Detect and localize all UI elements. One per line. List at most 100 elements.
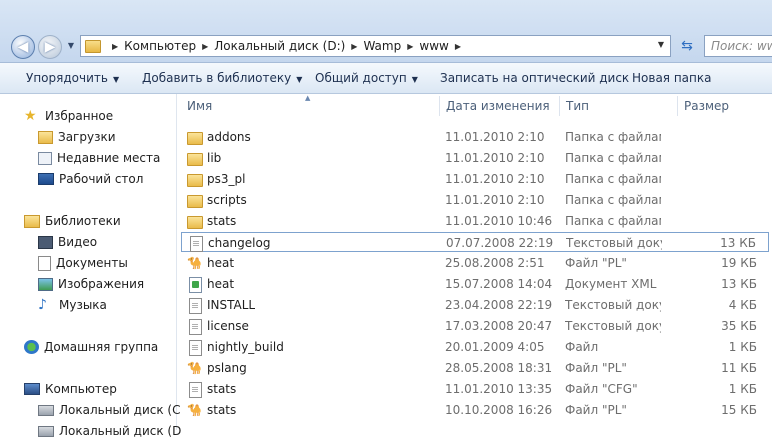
file-size: 4 КБ [728,298,757,312]
file-row[interactable]: nightly_build 20.01.2009 4:05 Файл 1 КБ [181,337,769,357]
perl-file-icon: 🐪 [187,361,202,375]
nav-label: Видео [58,235,98,249]
file-row[interactable]: stats 11.01.2010 10:46 Папка с файлами [181,211,769,231]
nav-label: Музыка [59,298,107,312]
burn-label: Записать на оптический диск [440,71,630,85]
file-type: Папка с файлами [565,172,661,186]
file-size: 35 КБ [721,319,757,333]
file-date: 11.01.2010 13:35 [445,382,553,396]
file-size: 11 КБ [721,361,757,375]
chevron-down-icon: ▼ [112,75,120,84]
file-name: stats [207,403,237,417]
nav-documents[interactable]: Документы [38,253,128,273]
column-divider[interactable] [559,96,560,116]
file-date: 10.10.2008 16:26 [445,403,553,417]
recent-places-icon [38,151,52,165]
file-row[interactable]: heat 15.07.2008 14:04 Документ XML 13 КБ [181,274,769,294]
file-row[interactable]: 🐪 pslang 28.05.2008 18:31 Файл "PL" 11 КБ [181,358,769,378]
nav-label: Изображения [58,277,145,291]
new-folder-button[interactable]: Новая папка [632,71,711,85]
nav-label: Недавние места [57,151,161,165]
chevron-down-icon: ▼ [411,75,418,84]
file-date: 11.01.2010 2:10 [445,130,545,144]
nav-music[interactable]: ♪ Музыка [38,295,107,315]
file-size: 1 КБ [728,340,757,354]
nav-desktop[interactable]: Рабочий стол [38,169,143,189]
file-date: 15.07.2008 14:04 [445,277,553,291]
folder-icon [187,195,203,208]
nav-local-disk-d[interactable]: Локальный диск (D [38,421,181,441]
nav-favorites[interactable]: ★ Избранное [24,106,113,126]
breadcrumb-www[interactable]: www [419,39,448,53]
file-name: lib [207,151,222,165]
breadcrumb-wamp[interactable]: Wamp [363,39,401,53]
search-input[interactable]: Поиск: www [704,35,772,57]
column-header-date[interactable]: Дата изменения [446,99,550,113]
file-type: Файл [565,340,599,354]
navigation-pane: ★ Избранное Загрузки Недавние места Рабоч… [0,94,181,438]
nav-label: Библиотеки [45,214,121,228]
nav-computer[interactable]: Компьютер [24,379,117,399]
chevron-right-icon[interactable]: ▶ [112,42,118,51]
arrow-left-icon: ◀ [17,39,29,55]
refresh-button[interactable]: ⇆ [676,35,698,57]
file-row[interactable]: changelog 07.07.2008 22:19 Текстовый докум… [181,232,769,252]
nav-libraries[interactable]: Библиотеки [24,211,121,231]
back-button[interactable]: ◀ [11,35,35,59]
chevron-right-icon[interactable]: ▶ [407,42,413,51]
file-type: Папка с файлами [565,130,661,144]
nav-recent-places[interactable]: Недавние места [38,148,160,168]
chevron-right-icon[interactable]: ▶ [351,42,357,51]
file-name: ps3_pl [207,172,246,186]
file-date: 25.08.2008 2:51 [445,256,545,270]
xml-file-icon [189,277,202,293]
file-row[interactable]: INSTALL 23.04.2008 22:19 Текстовый докум..… [181,295,769,315]
folder-icon [187,216,203,229]
column-divider[interactable] [439,96,440,116]
file-row[interactable]: lib 11.01.2010 2:10 Папка с файлами [181,148,769,168]
burn-button[interactable]: Записать на оптический диск [440,71,629,85]
file-date: 11.01.2010 2:10 [445,151,545,165]
column-header-name[interactable]: Имя [187,99,212,113]
share-button[interactable]: Общий доступ ▼ [315,71,418,85]
nav-downloads[interactable]: Загрузки [38,127,116,147]
file-name: stats [207,214,237,228]
nav-images[interactable]: Изображения [38,274,144,294]
file-row[interactable]: ps3_pl 11.01.2010 2:10 Папка с файлами [181,169,769,189]
file-name: stats [207,382,237,396]
file-row[interactable]: scripts 11.01.2010 2:10 Папка с файлами [181,190,769,210]
file-name: changelog [208,236,271,250]
nav-local-disk-c[interactable]: Локальный диск (C [38,400,180,420]
file-row[interactable]: 🐪 stats 10.10.2008 16:26 Файл "PL" 15 КБ [181,400,769,420]
nav-homegroup[interactable]: Домашняя группа [24,337,158,357]
breadcrumb-computer[interactable]: Компьютер [124,39,196,53]
nav-label: Локальный диск (C [59,403,181,417]
breadcrumb-local-disk[interactable]: Локальный диск (D:) [214,39,345,53]
file-date: 28.05.2008 18:31 [445,361,553,375]
organize-button[interactable]: Упорядочить ▼ [26,71,119,85]
organize-label: Упорядочить [26,71,108,85]
history-dropdown-icon[interactable]: ▼ [65,41,77,53]
breadcrumb[interactable]: ▶ Компьютер ▶ Локальный диск (D:) ▶ Wamp… [80,35,671,57]
text-file-icon [189,382,202,398]
chevron-right-icon[interactable]: ▶ [202,42,208,51]
text-file-icon [189,340,202,356]
address-dropdown-icon[interactable]: ▼ [658,40,664,49]
column-header-size[interactable]: Размер [684,99,729,113]
nav-video[interactable]: Видео [38,232,97,252]
sort-ascending-icon: ▲ [305,94,311,102]
file-date: 17.03.2008 20:47 [445,319,553,333]
new-folder-label: Новая папка [632,71,712,85]
file-row[interactable]: addons 11.01.2010 2:10 Папка с файлами [181,127,769,147]
add-to-library-button[interactable]: Добавить в библиотеку ▼ [142,71,302,85]
file-type: Файл "CFG" [565,382,638,396]
column-header-type[interactable]: Тип [566,99,589,113]
column-divider[interactable] [677,96,678,116]
file-row[interactable]: 🐪 heat 25.08.2008 2:51 Файл "PL" 19 КБ [181,253,769,273]
file-row[interactable]: stats 11.01.2010 13:35 Файл "CFG" 1 КБ [181,379,769,399]
file-row[interactable]: license 17.03.2008 20:47 Текстовый докум..… [181,316,769,336]
forward-button[interactable]: ▶ [38,35,62,59]
chevron-right-icon[interactable]: ▶ [455,42,461,51]
text-file-icon [190,236,203,252]
file-type: Документ XML [565,277,657,291]
